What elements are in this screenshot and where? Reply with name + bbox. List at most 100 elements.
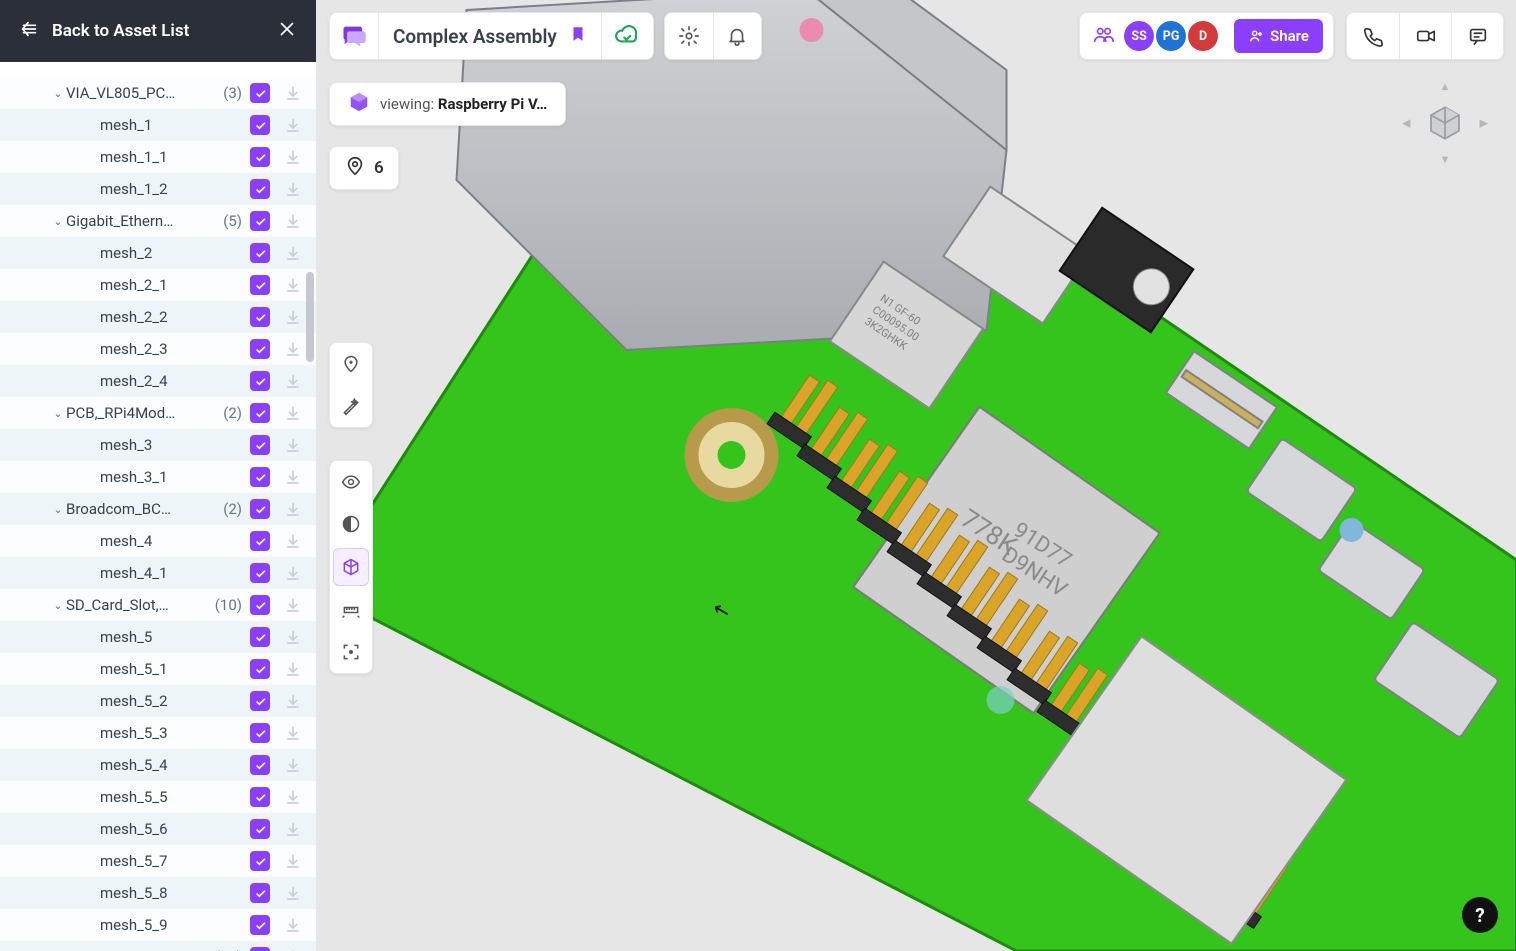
chevron-left-icon[interactable]: ◀	[1402, 117, 1410, 130]
download-icon[interactable]	[278, 78, 308, 108]
add-marker-button[interactable]	[330, 343, 372, 385]
tree-item[interactable]: mesh_1_1	[0, 141, 316, 173]
download-icon[interactable]	[278, 270, 308, 300]
chevron-down-icon[interactable]: ⌄	[50, 407, 66, 420]
chevron-right-icon[interactable]: ▶	[1480, 117, 1488, 130]
close-icon[interactable]	[276, 18, 298, 45]
download-icon[interactable]	[278, 494, 308, 524]
visibility-checkbox[interactable]	[250, 915, 270, 935]
tree-item[interactable]: mesh_3	[0, 429, 316, 461]
orientation-cube[interactable]: ▲ ▼ ▶ ◀	[1400, 78, 1490, 168]
tree-item[interactable]: mesh_5	[0, 621, 316, 653]
visibility-checkbox[interactable]	[250, 371, 270, 391]
comments-icon[interactable]	[1451, 12, 1503, 60]
model-view[interactable]: 778K 91D77 D9NHV N1 GF-60 C00095.00 3K2G…	[317, 0, 1516, 951]
tree-item[interactable]: mesh_4_1	[0, 557, 316, 589]
visibility-checkbox[interactable]	[250, 723, 270, 743]
viewport[interactable]: 778K 91D77 D9NHV N1 GF-60 C00095.00 3K2G…	[317, 0, 1516, 951]
tree-group[interactable]: ⌄SD_Card_Slot,…(10)	[0, 589, 316, 621]
download-icon[interactable]	[278, 174, 308, 204]
chevron-down-icon[interactable]: ⌄	[50, 599, 66, 612]
visibility-checkbox[interactable]	[250, 787, 270, 807]
viewing-chip[interactable]: viewing: Raspberry Pi V…	[329, 82, 566, 126]
pin-chip[interactable]: 6	[329, 146, 399, 190]
visibility-checkbox[interactable]	[250, 275, 270, 295]
gear-icon[interactable]	[665, 12, 713, 60]
video-icon[interactable]	[1399, 12, 1451, 60]
avatar[interactable]: PG	[1156, 21, 1186, 51]
tree-group[interactable]: ⌄254_mm_DUP…(41)	[0, 941, 316, 951]
tree-item[interactable]: mesh_4	[0, 525, 316, 557]
tree-group[interactable]: ⌄Broadcom_BC…(2)	[0, 493, 316, 525]
visibility-checkbox[interactable]	[250, 531, 270, 551]
magic-button[interactable]	[330, 385, 372, 427]
focus-button[interactable]	[330, 631, 372, 673]
back-icon[interactable]	[18, 18, 40, 45]
visibility-checkbox[interactable]	[250, 627, 270, 647]
visibility-checkbox[interactable]	[250, 499, 270, 519]
visibility-checkbox[interactable]	[250, 147, 270, 167]
visibility-checkbox[interactable]	[250, 115, 270, 135]
visibility-checkbox[interactable]	[250, 83, 270, 103]
chevron-up-icon[interactable]: ▲	[1440, 80, 1451, 93]
download-icon[interactable]	[278, 526, 308, 556]
download-icon[interactable]	[278, 142, 308, 172]
help-button[interactable]: ?	[1462, 897, 1498, 933]
visibility-checkbox[interactable]	[250, 819, 270, 839]
group-icon[interactable]	[1092, 23, 1114, 49]
download-icon[interactable]	[278, 814, 308, 844]
visibility-checkbox[interactable]	[250, 403, 270, 423]
visibility-checkbox[interactable]	[250, 339, 270, 359]
download-icon[interactable]	[278, 238, 308, 268]
visibility-checkbox[interactable]	[250, 755, 270, 775]
download-icon[interactable]	[278, 686, 308, 716]
tree-item[interactable]: mesh_5_9	[0, 909, 316, 941]
download-icon[interactable]	[278, 654, 308, 684]
tree-group[interactable]: ⌄Gigabit_Ethern…(5)	[0, 205, 316, 237]
visibility-checkbox[interactable]	[250, 947, 270, 951]
download-icon[interactable]	[278, 302, 308, 332]
avatar[interactable]: D	[1188, 21, 1218, 51]
download-icon[interactable]	[278, 366, 308, 396]
tree-item[interactable]: mesh_5_3	[0, 717, 316, 749]
download-icon[interactable]	[278, 782, 308, 812]
tree-item[interactable]: mesh_2_4	[0, 365, 316, 397]
visibility-checkbox[interactable]	[250, 563, 270, 583]
download-icon[interactable]	[278, 334, 308, 364]
chevron-down-icon[interactable]: ⌄	[50, 87, 66, 100]
tree-item[interactable]: mesh_5_2	[0, 685, 316, 717]
model-mode-button[interactable]	[333, 548, 369, 586]
chevron-down-icon[interactable]: ⌄	[50, 215, 66, 228]
visibility-checkbox[interactable]	[250, 659, 270, 679]
download-icon[interactable]	[278, 110, 308, 140]
download-icon[interactable]	[278, 590, 308, 620]
asset-tree[interactable]: ⌄VIA_VL805_PC…(3)mesh_1mesh_1_1mesh_1_2⌄…	[0, 77, 316, 951]
bell-icon[interactable]	[713, 12, 761, 60]
tree-item[interactable]: mesh_2_1	[0, 269, 316, 301]
bookmark-icon[interactable]	[569, 25, 587, 48]
chevron-down-icon[interactable]: ⌄	[50, 503, 66, 516]
tree-item[interactable]: mesh_2_2	[0, 301, 316, 333]
share-button[interactable]: Share	[1234, 19, 1323, 53]
tree-item[interactable]: mesh_5_7	[0, 845, 316, 877]
download-icon[interactable]	[278, 398, 308, 428]
tree-item[interactable]: mesh_5_8	[0, 877, 316, 909]
tree-item[interactable]: mesh_5_6	[0, 813, 316, 845]
tree-item[interactable]: mesh_2_3	[0, 333, 316, 365]
tree-item[interactable]: mesh_5_1	[0, 653, 316, 685]
download-icon[interactable]	[278, 430, 308, 460]
tree-item[interactable]: mesh_3_1	[0, 461, 316, 493]
measure-button[interactable]	[330, 589, 372, 631]
download-icon[interactable]	[278, 206, 308, 236]
download-icon[interactable]	[278, 750, 308, 780]
download-icon[interactable]	[278, 942, 308, 951]
chevron-down-icon[interactable]: ▼	[1440, 153, 1451, 166]
download-icon[interactable]	[278, 878, 308, 908]
visibility-checkbox[interactable]	[250, 211, 270, 231]
contrast-button[interactable]	[330, 503, 372, 545]
download-icon[interactable]	[278, 846, 308, 876]
scrollbar-thumb[interactable]	[306, 272, 314, 362]
download-icon[interactable]	[278, 462, 308, 492]
tree-item[interactable]: mesh_2	[0, 237, 316, 269]
visibility-button[interactable]	[330, 461, 372, 503]
